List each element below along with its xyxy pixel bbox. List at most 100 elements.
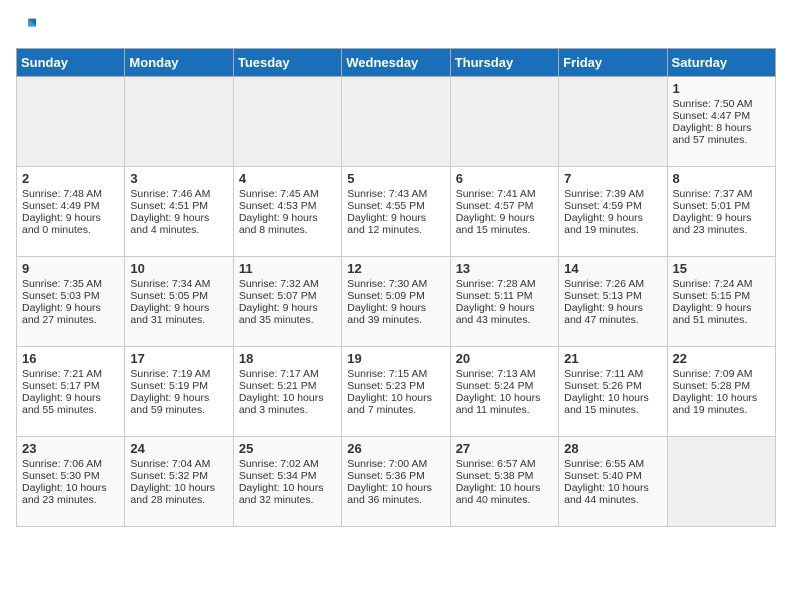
day-cell: 7Sunrise: 7:39 AMSunset: 4:59 PMDaylight…: [559, 167, 667, 257]
day-cell: 26Sunrise: 7:00 AMSunset: 5:36 PMDayligh…: [342, 437, 450, 527]
day-cell: [342, 77, 450, 167]
day-info: Sunset: 5:19 PM: [130, 380, 227, 392]
day-cell: 6Sunrise: 7:41 AMSunset: 4:57 PMDaylight…: [450, 167, 558, 257]
day-info: Sunrise: 7:34 AM: [130, 278, 227, 290]
day-info: Sunset: 5:05 PM: [130, 290, 227, 302]
day-cell: 28Sunrise: 6:55 AMSunset: 5:40 PMDayligh…: [559, 437, 667, 527]
day-cell: 17Sunrise: 7:19 AMSunset: 5:19 PMDayligh…: [125, 347, 233, 437]
day-number: 19: [347, 351, 444, 366]
day-info: Daylight: 10 hours and 32 minutes.: [239, 482, 336, 506]
day-info: Daylight: 9 hours and 27 minutes.: [22, 302, 119, 326]
day-number: 18: [239, 351, 336, 366]
day-info: Sunset: 4:57 PM: [456, 200, 553, 212]
day-number: 14: [564, 261, 661, 276]
day-info: Sunset: 5:09 PM: [347, 290, 444, 302]
day-info: Sunset: 5:23 PM: [347, 380, 444, 392]
logo-icon: [16, 16, 36, 36]
day-number: 22: [673, 351, 770, 366]
day-cell: 14Sunrise: 7:26 AMSunset: 5:13 PMDayligh…: [559, 257, 667, 347]
day-number: 12: [347, 261, 444, 276]
day-info: Sunrise: 7:30 AM: [347, 278, 444, 290]
day-number: 4: [239, 171, 336, 186]
day-number: 20: [456, 351, 553, 366]
day-info: Sunrise: 6:57 AM: [456, 458, 553, 470]
day-info: Sunrise: 7:19 AM: [130, 368, 227, 380]
day-info: Sunset: 4:55 PM: [347, 200, 444, 212]
day-number: 21: [564, 351, 661, 366]
day-cell: 4Sunrise: 7:45 AMSunset: 4:53 PMDaylight…: [233, 167, 341, 257]
day-cell: 13Sunrise: 7:28 AMSunset: 5:11 PMDayligh…: [450, 257, 558, 347]
logo: [16, 16, 40, 36]
day-info: Sunset: 5:28 PM: [673, 380, 770, 392]
weekday-header-friday: Friday: [559, 49, 667, 77]
day-info: Sunset: 4:59 PM: [564, 200, 661, 212]
week-row-1: 1Sunrise: 7:50 AMSunset: 4:47 PMDaylight…: [17, 77, 776, 167]
week-row-3: 9Sunrise: 7:35 AMSunset: 5:03 PMDaylight…: [17, 257, 776, 347]
day-info: Sunrise: 7:00 AM: [347, 458, 444, 470]
day-info: Daylight: 9 hours and 55 minutes.: [22, 392, 119, 416]
day-number: 25: [239, 441, 336, 456]
day-info: Sunset: 5:38 PM: [456, 470, 553, 482]
day-info: Daylight: 10 hours and 23 minutes.: [22, 482, 119, 506]
day-info: Sunrise: 7:11 AM: [564, 368, 661, 380]
day-info: Sunset: 4:49 PM: [22, 200, 119, 212]
day-cell: 16Sunrise: 7:21 AMSunset: 5:17 PMDayligh…: [17, 347, 125, 437]
day-number: 8: [673, 171, 770, 186]
day-cell: 2 Sunrise: 7:48 AMSunset: 4:49 PMDaylight…: [17, 167, 125, 257]
day-info: Daylight: 9 hours and 4 minutes.: [130, 212, 227, 236]
day-info: Daylight: 9 hours and 59 minutes.: [130, 392, 227, 416]
week-row-5: 23Sunrise: 7:06 AMSunset: 5:30 PMDayligh…: [17, 437, 776, 527]
day-info: Daylight: 8 hours and 57 minutes.: [673, 122, 770, 146]
day-info: Daylight: 9 hours and 12 minutes.: [347, 212, 444, 236]
day-info: Sunrise: 7:26 AM: [564, 278, 661, 290]
day-info: Daylight: 9 hours and 23 minutes.: [673, 212, 770, 236]
day-info: Sunrise: 7:24 AM: [673, 278, 770, 290]
day-info: Sunset: 5:21 PM: [239, 380, 336, 392]
day-info: Sunrise: 7:09 AM: [673, 368, 770, 380]
day-info: Daylight: 9 hours and 0 minutes.: [22, 212, 119, 236]
header-row: SundayMondayTuesdayWednesdayThursdayFrid…: [17, 49, 776, 77]
day-info: Sunset: 5:07 PM: [239, 290, 336, 302]
day-info: Sunset: 5:15 PM: [673, 290, 770, 302]
day-info: Sunrise: 7:48 AM: [22, 188, 119, 200]
day-info: Sunset: 5:30 PM: [22, 470, 119, 482]
day-info: Sunset: 5:24 PM: [456, 380, 553, 392]
day-info: Sunrise: 7:45 AM: [239, 188, 336, 200]
page-header: [16, 16, 776, 36]
day-info: Sunrise: 7:46 AM: [130, 188, 227, 200]
day-info: Daylight: 9 hours and 51 minutes.: [673, 302, 770, 326]
day-cell: 5Sunrise: 7:43 AMSunset: 4:55 PMDaylight…: [342, 167, 450, 257]
day-cell: 23Sunrise: 7:06 AMSunset: 5:30 PMDayligh…: [17, 437, 125, 527]
day-number: 24: [130, 441, 227, 456]
day-info: Daylight: 9 hours and 43 minutes.: [456, 302, 553, 326]
day-info: Sunrise: 7:04 AM: [130, 458, 227, 470]
day-info: Daylight: 10 hours and 7 minutes.: [347, 392, 444, 416]
weekday-header-wednesday: Wednesday: [342, 49, 450, 77]
day-number: 2: [22, 171, 119, 186]
day-cell: 25Sunrise: 7:02 AMSunset: 5:34 PMDayligh…: [233, 437, 341, 527]
day-number: 9: [22, 261, 119, 276]
day-info: Sunrise: 7:15 AM: [347, 368, 444, 380]
day-info: Sunrise: 7:39 AM: [564, 188, 661, 200]
day-number: 11: [239, 261, 336, 276]
day-cell: [667, 437, 775, 527]
day-info: Sunrise: 7:43 AM: [347, 188, 444, 200]
day-info: Sunrise: 7:02 AM: [239, 458, 336, 470]
day-cell: 9Sunrise: 7:35 AMSunset: 5:03 PMDaylight…: [17, 257, 125, 347]
day-number: 23: [22, 441, 119, 456]
day-cell: 3Sunrise: 7:46 AMSunset: 4:51 PMDaylight…: [125, 167, 233, 257]
day-info: Sunrise: 7:28 AM: [456, 278, 553, 290]
day-cell: 20Sunrise: 7:13 AMSunset: 5:24 PMDayligh…: [450, 347, 558, 437]
day-info: Sunrise: 7:21 AM: [22, 368, 119, 380]
weekday-header-sunday: Sunday: [17, 49, 125, 77]
day-number: 26: [347, 441, 444, 456]
day-cell: [17, 77, 125, 167]
day-number: 6: [456, 171, 553, 186]
day-info: Sunset: 5:40 PM: [564, 470, 661, 482]
day-info: Sunrise: 7:50 AM: [673, 98, 770, 110]
day-cell: 10Sunrise: 7:34 AMSunset: 5:05 PMDayligh…: [125, 257, 233, 347]
day-cell: 24Sunrise: 7:04 AMSunset: 5:32 PMDayligh…: [125, 437, 233, 527]
day-info: Sunrise: 7:13 AM: [456, 368, 553, 380]
calendar-table: SundayMondayTuesdayWednesdayThursdayFrid…: [16, 48, 776, 527]
day-info: Sunset: 4:47 PM: [673, 110, 770, 122]
